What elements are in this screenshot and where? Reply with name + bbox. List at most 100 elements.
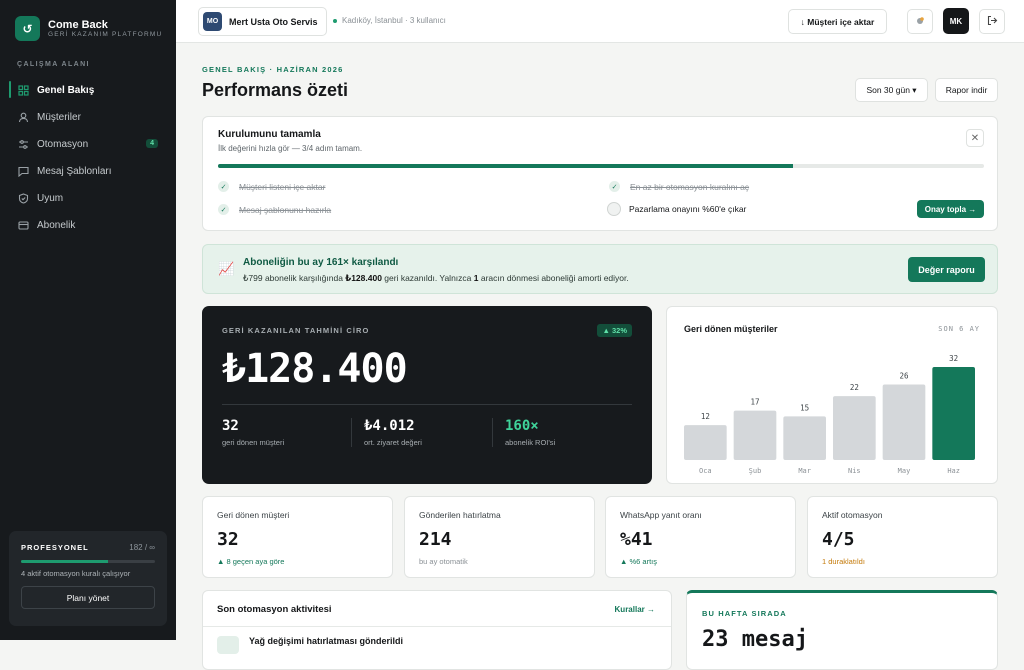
rules-link[interactable]: Kurallar → [615,605,655,614]
setup-progress-fill [218,164,793,168]
stat-label: Aktif otomasyon [822,510,883,520]
chart-range-label: SON 6 AY [938,325,980,333]
activity-card: Son otomasyon aktivitesi Kurallar → Yağ … [202,590,672,670]
activity-icon [217,636,239,654]
plan-usage-bar [21,560,155,563]
plan-usage-count: 182 / ∞ [129,543,155,552]
stat-card-returning: Geri dönen müşteri 32 ▲ 8 geçen aya göre [202,496,393,578]
sidebar-item-uyum[interactable]: Uyum [9,185,168,212]
chart-up-icon: 📈 [218,261,235,276]
revenue-stat: ₺4.012 ort. ziyaret değeri [351,418,481,447]
setup-step-label: Mesaj şablonunu hazırla [239,204,332,215]
setup-step[interactable]: ✓ Müşteri listeni içe aktar [218,181,325,192]
chart-bar[interactable] [833,396,876,460]
manage-plan-button[interactable]: Planı yönet [21,586,155,609]
divider [222,404,632,405]
this-week-card: BU HAFTA SIRADA 23 mesaj [686,590,998,670]
chart-tick-label: Oca [699,467,712,475]
brand-subtitle: GERİ KAZANIM PLATFORMU [48,31,163,38]
user-avatar[interactable]: MK [943,8,969,34]
count-badge: 4 [146,139,158,148]
revenue-stat-label: geri dönen müşteri [222,438,285,447]
value-report-button[interactable]: Değer raporu [908,257,985,282]
stat-note: bu ay otomatik [419,557,468,566]
sidebar-item-musteriler[interactable]: Müşteriler [9,104,168,131]
close-icon[interactable]: ✕ [966,129,984,147]
check-icon: ✓ [218,181,229,192]
revenue-stat-label: ort. ziyaret değeri [364,438,422,447]
chart-tick-label: Mar [798,467,811,475]
activity-item-title[interactable]: Yağ değişimi hatırlatması gönderildi [249,636,403,646]
chart-bar[interactable] [783,416,826,460]
stat-value: %41 [620,529,653,550]
user-icon [18,112,29,123]
sidebar-item-label: Uyum [37,193,64,204]
sidebar-item-label: Mesaj Şablonları [37,166,112,177]
setup-progress-bar [218,164,984,168]
roi-title: Aboneliğin bu ay 161× karşılandı [243,257,399,268]
page-title: Performans özeti [202,80,349,100]
date-range-select[interactable]: Son 30 gün ▾ [855,78,928,102]
chart-bar[interactable] [684,425,727,460]
sidebar-item-otomasyon[interactable]: Otomasyon 4 [9,131,168,158]
roi-banner: 📈 Aboneliğin bu ay 161× karşılandı ₺799 … [202,244,998,294]
revenue-stat-value: 32 [222,418,239,434]
sidebar-item-label: Otomasyon [37,139,89,150]
setup-step-label: Müşteri listeni içe aktar [239,181,326,192]
chart-data-label: 12 [701,412,710,421]
stat-label: WhatsApp yanıt oranı [620,510,702,520]
plan-card: PROFESYONEL 182 / ∞ 4 aktif otomasyon ku… [9,531,167,626]
roi-text-part: aracın dönmesi aboneliği amorti ediyor. [478,273,629,283]
revenue-label: GERİ KAZANILAN TAHMİNİ CİRO [222,326,370,335]
sidebar-item-mesaj-sablonlari[interactable]: Mesaj Şablonları [9,158,168,185]
chart-bar[interactable] [932,367,975,460]
chart-tick-label: Şub [749,467,762,475]
workspace-name: Mert Usta Oto Servis [229,16,318,27]
shield-icon [18,193,29,204]
revenue-stat: 160× abonelik ROI'si [492,418,622,447]
status-dot-icon [333,18,337,23]
setup-step[interactable]: Pazarlama onayını %60'e çıkar [607,202,746,216]
stat-value: 32 [217,529,239,550]
sidebar-nav: Genel Bakış Müşteriler Otomasyon 4 Mesaj… [9,77,168,239]
week-label: BU HAFTA SIRADA [702,609,787,618]
main-content: GENEL BAKIŞ · HAZİRAN 2026 Performans öz… [176,43,1024,670]
roi-text: ₺799 abonelik karşılığında ₺128.400 geri… [243,273,629,284]
workspace-avatar: MO [203,12,222,31]
empty-circle-icon [607,202,621,216]
sidebar-item-genel-bakis[interactable]: Genel Bakış [9,77,168,104]
logout-icon [987,15,998,28]
stat-card-whatsapp: WhatsApp yanıt oranı %41 ▲ %6 artış [605,496,796,578]
stat-label: Gönderilen hatırlatma [419,510,501,520]
brand-logo: ↺ [15,16,40,41]
stat-note: 1 duraklatıldı [822,557,865,566]
chart-data-label: 26 [899,371,909,380]
workspace-switcher[interactable]: MO Mert Usta Oto Servis [198,7,327,36]
stat-note: ▲ 8 geçen aya göre [217,557,285,566]
logout-button[interactable] [979,9,1005,34]
message-icon [18,166,29,177]
check-icon: ✓ [609,181,620,192]
grid-icon [18,85,29,96]
workspace-meta: Kadıköy, İstanbul · 3 kullanıcı [333,16,446,25]
setup-step[interactable]: ✓ En az bir otomasyon kuralını aç [609,181,749,192]
setup-step[interactable]: ✓ Mesaj şablonunu hazırla [218,204,331,215]
growth-badge: ▲ 32% [597,324,632,337]
sidebar-item-label: Genel Bakış [37,85,95,96]
workspace-meta-text: Kadıköy, İstanbul · 3 kullanıcı [342,16,446,25]
import-customers-button[interactable]: ↓ Müşteri içe aktar [788,9,887,34]
sidebar-item-abonelik[interactable]: Abonelik [9,212,168,239]
sidebar: ↺ Come Back GERİ KAZANIM PLATFORMU ÇALIŞ… [0,0,176,640]
stat-value: 214 [419,529,452,550]
collect-consent-button[interactable]: Onay topla → [917,200,984,218]
download-report-button[interactable]: Rapor indir [935,78,998,102]
notifications-button[interactable] [907,9,933,34]
chart-bar[interactable] [882,384,926,460]
chart-data-label: 15 [800,403,809,412]
stat-value: 4/5 [822,529,855,550]
chart-bar[interactable] [733,410,777,460]
setup-subtitle: İlk değerini hızla gör — 3/4 adım tamam. [218,144,363,153]
stat-label: Geri dönen müşteri [217,510,290,520]
returning-customers-chart-card: Geri dönen müşteriler SON 6 AY 12 Oca 17 Şu… [666,306,998,484]
revenue-card: GERİ KAZANILAN TAHMİNİ CİRO ▲ 32% ₺128.4… [202,306,652,484]
